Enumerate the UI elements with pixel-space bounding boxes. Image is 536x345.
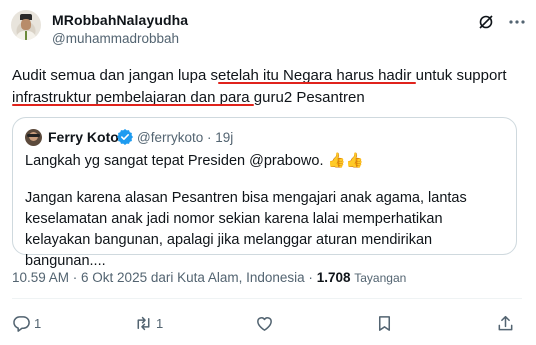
share-button[interactable] [496,313,515,333]
repost-button[interactable]: 1 [134,313,163,333]
views-count: 1.708 [316,270,351,285]
like-icon [257,316,272,331]
verified-icon [117,129,133,145]
like-button[interactable] [255,313,274,333]
quoted-avatar[interactable] [25,129,42,146]
repost-count: 1 [156,315,164,331]
highlight-underline-2 [12,104,254,106]
quoted-text-line1: Langkah yg sangat tepat Presiden @prabow… [25,153,364,169]
share-icon [498,315,513,330]
repost-icon [137,316,150,330]
views-label: Tayangan [354,271,407,285]
reply-button[interactable]: 1 [12,313,41,333]
more-icon[interactable] [509,20,525,24]
bookmark-icon [378,315,391,331]
quoted-tweet-card[interactable]: Ferry Koto @ferrykoto · 19j Langkah yg s… [12,117,517,269]
tweet-text: Audit semua dan jangan lupa setelah itu … [12,67,507,106]
highlight-underline-1 [218,82,416,84]
reply-icon [13,315,30,332]
divider [12,298,522,299]
author-avatar[interactable] [11,10,41,40]
grok-icon[interactable] [478,14,494,30]
quoted-handle-time[interactable]: @ferrykoto · 19j [137,130,233,145]
bookmark-button[interactable] [375,313,394,333]
quoted-text-body: Jangan karena alasan Pesantren bisa meng… [25,190,467,269]
quoted-author-name[interactable]: Ferry Koto [48,129,119,145]
author-handle[interactable]: @muhammadrobbah [52,31,179,46]
reply-count: 1 [34,315,42,331]
timestamp-location[interactable]: 10.59 AM · 6 Okt 2025 dari Kuta Alam, In… [12,270,317,285]
tweet-meta: 10.59 AM · 6 Okt 2025 dari Kuta Alam, In… [12,270,406,285]
author-name[interactable]: MRobbahNalayudha [52,12,188,28]
